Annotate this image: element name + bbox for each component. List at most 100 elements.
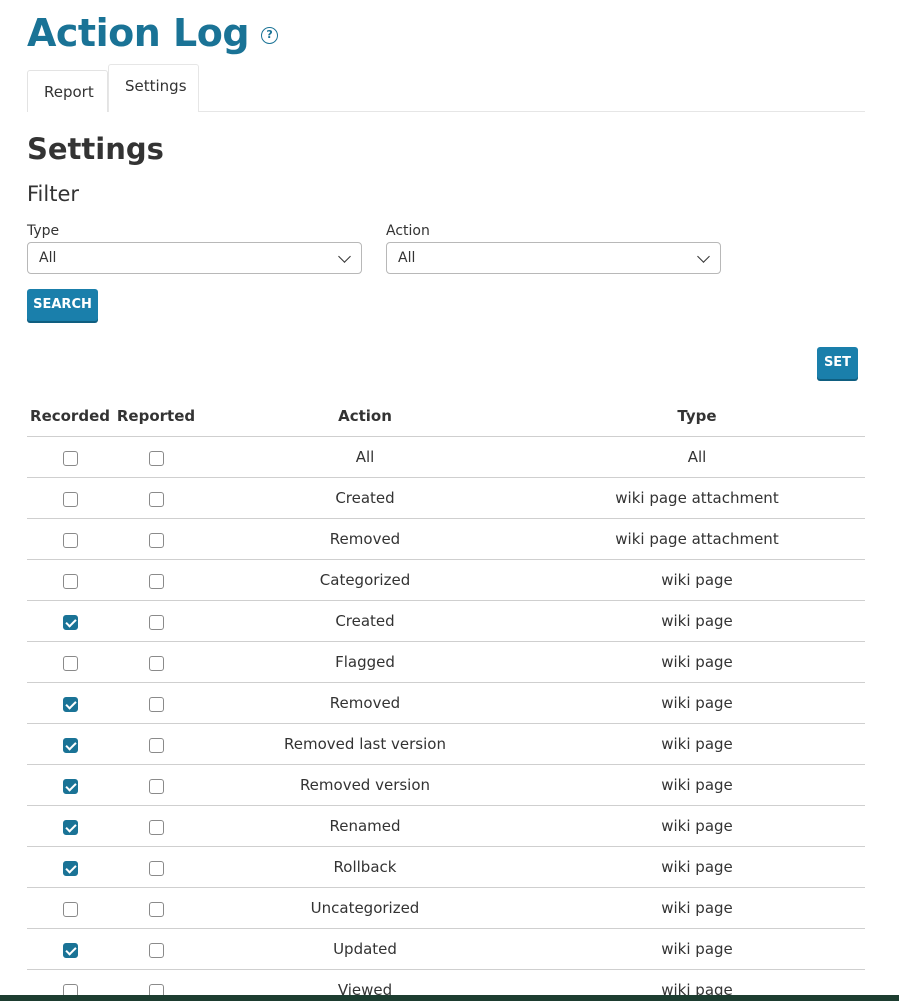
recorded-cell bbox=[27, 530, 113, 549]
recorded-checkbox[interactable] bbox=[62, 860, 78, 876]
reported-checkbox[interactable] bbox=[148, 532, 164, 548]
recorded-checkbox[interactable] bbox=[62, 778, 78, 794]
table-body: All All Created wiki page attachment Removed… bbox=[27, 437, 865, 1001]
table-row: Categorized wiki page bbox=[27, 560, 865, 601]
recorded-checkbox[interactable] bbox=[62, 696, 78, 712]
chevron-down-icon bbox=[338, 250, 351, 263]
reported-cell bbox=[113, 653, 199, 672]
reported-cell bbox=[113, 735, 199, 754]
type-filter-select[interactable]: All bbox=[27, 242, 362, 274]
recorded-checkbox[interactable] bbox=[62, 942, 78, 958]
header-type: Type bbox=[677, 407, 717, 425]
recorded-checkbox[interactable] bbox=[62, 819, 78, 835]
table-row: Updated wiki page bbox=[27, 929, 865, 970]
action-cell: Created bbox=[335, 489, 395, 507]
type-filter-value: All bbox=[39, 250, 57, 266]
reported-checkbox[interactable] bbox=[148, 450, 164, 466]
reported-checkbox[interactable] bbox=[148, 901, 164, 917]
action-cell: Removed bbox=[329, 530, 401, 548]
type-cell: wiki page bbox=[661, 940, 733, 958]
action-log-page: Action Log ? Report Settings Settings Fi… bbox=[0, 0, 899, 1001]
page-header: Action Log ? bbox=[27, 10, 279, 56]
page-title: Action Log bbox=[27, 11, 250, 55]
recorded-checkbox[interactable] bbox=[62, 532, 78, 548]
action-cell: Renamed bbox=[329, 817, 401, 835]
reported-cell bbox=[113, 489, 199, 508]
reported-cell bbox=[113, 858, 199, 877]
recorded-cell bbox=[27, 858, 113, 877]
recorded-checkbox[interactable] bbox=[62, 655, 78, 671]
reported-cell bbox=[113, 817, 199, 836]
header-recorded: Recorded bbox=[30, 407, 110, 425]
recorded-checkbox[interactable] bbox=[62, 450, 78, 466]
type-cell: wiki page attachment bbox=[615, 489, 779, 507]
type-cell: wiki page bbox=[661, 776, 733, 794]
reported-checkbox[interactable] bbox=[148, 614, 164, 630]
type-cell: wiki page bbox=[661, 858, 733, 876]
action-filter-value: All bbox=[398, 250, 416, 266]
action-filter-select[interactable]: All bbox=[386, 242, 721, 274]
recorded-checkbox[interactable] bbox=[62, 491, 78, 507]
action-cell: Updated bbox=[333, 940, 397, 958]
reported-cell bbox=[113, 571, 199, 590]
recorded-cell bbox=[27, 612, 113, 631]
reported-checkbox[interactable] bbox=[148, 737, 164, 753]
reported-checkbox[interactable] bbox=[148, 860, 164, 876]
filter-title: Filter bbox=[27, 182, 80, 206]
type-cell: wiki page bbox=[661, 612, 733, 630]
table-row: Created wiki page attachment bbox=[27, 478, 865, 519]
search-button[interactable]: SEARCH bbox=[27, 289, 98, 321]
reported-cell bbox=[113, 448, 199, 467]
action-cell: Created bbox=[335, 612, 395, 630]
recorded-checkbox[interactable] bbox=[62, 573, 78, 589]
recorded-cell bbox=[27, 694, 113, 713]
recorded-cell bbox=[27, 776, 113, 795]
type-cell: wiki page bbox=[661, 735, 733, 753]
recorded-cell bbox=[27, 899, 113, 918]
table-row: Removed version wiki page bbox=[27, 765, 865, 806]
reported-cell bbox=[113, 530, 199, 549]
action-cell: Uncategorized bbox=[310, 899, 420, 917]
reported-checkbox[interactable] bbox=[148, 819, 164, 835]
table-row: Created wiki page bbox=[27, 601, 865, 642]
header-action: Action bbox=[338, 407, 392, 425]
reported-checkbox[interactable] bbox=[148, 942, 164, 958]
table-row: Uncategorized wiki page bbox=[27, 888, 865, 929]
reported-checkbox[interactable] bbox=[148, 655, 164, 671]
reported-checkbox[interactable] bbox=[148, 696, 164, 712]
action-cell: All bbox=[355, 448, 375, 466]
table-row: Rollback wiki page bbox=[27, 847, 865, 888]
type-filter-label: Type bbox=[27, 223, 60, 239]
type-cell: All bbox=[687, 448, 707, 466]
header-reported: Reported bbox=[116, 407, 196, 425]
section-title: Settings bbox=[27, 132, 164, 166]
recorded-cell bbox=[27, 817, 113, 836]
type-cell: wiki page attachment bbox=[615, 530, 779, 548]
tab-report[interactable]: Report bbox=[27, 70, 108, 112]
help-icon[interactable]: ? bbox=[261, 26, 279, 44]
reported-cell bbox=[113, 940, 199, 959]
table-header: Recorded Reported Action Type bbox=[27, 396, 865, 437]
action-cell: Removed last version bbox=[284, 735, 446, 753]
table-row: Removed wiki page attachment bbox=[27, 519, 865, 560]
tab-bar: Report Settings bbox=[27, 64, 865, 112]
set-button[interactable]: SET bbox=[817, 347, 858, 379]
recorded-cell bbox=[27, 653, 113, 672]
reported-checkbox[interactable] bbox=[148, 778, 164, 794]
table-row: Flagged wiki page bbox=[27, 642, 865, 683]
action-cell: Categorized bbox=[319, 571, 411, 589]
reported-cell bbox=[113, 612, 199, 631]
recorded-checkbox[interactable] bbox=[62, 901, 78, 917]
recorded-checkbox[interactable] bbox=[62, 737, 78, 753]
table-row: Removed wiki page bbox=[27, 683, 865, 724]
type-cell: wiki page bbox=[661, 571, 733, 589]
type-cell: wiki page bbox=[661, 817, 733, 835]
type-cell: wiki page bbox=[661, 694, 733, 712]
action-filter-label: Action bbox=[386, 223, 430, 239]
reported-cell bbox=[113, 899, 199, 918]
action-cell: Removed version bbox=[299, 776, 431, 794]
recorded-checkbox[interactable] bbox=[62, 614, 78, 630]
tab-settings[interactable]: Settings bbox=[108, 64, 199, 112]
reported-checkbox[interactable] bbox=[148, 573, 164, 589]
reported-checkbox[interactable] bbox=[148, 491, 164, 507]
